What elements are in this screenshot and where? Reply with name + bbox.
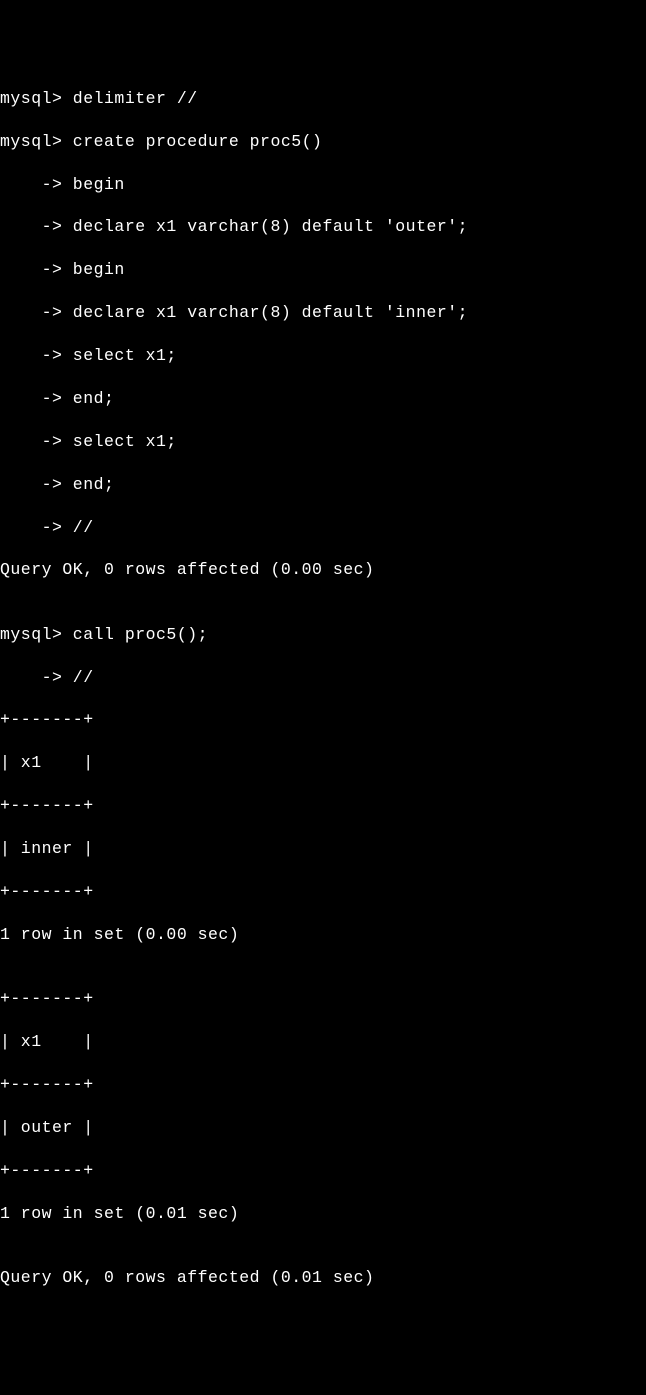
terminal-line-prompt: mysql> create procedure proc5() <box>0 131 646 152</box>
terminal-line-continuation: -> select x1; <box>0 345 646 366</box>
terminal-line-result: Query OK, 0 rows affected (0.00 sec) <box>0 559 646 580</box>
terminal-line-table-header: | x1 | <box>0 752 646 773</box>
terminal-line-continuation: -> declare x1 varchar(8) default 'inner'… <box>0 302 646 323</box>
terminal-line-table-border: +-------+ <box>0 881 646 902</box>
terminal-line-continuation: -> begin <box>0 174 646 195</box>
terminal-line-table-border: +-------+ <box>0 795 646 816</box>
terminal-line-prompt: mysql> call proc5(); <box>0 624 646 645</box>
terminal-line-result: Query OK, 0 rows affected (0.01 sec) <box>0 1267 646 1288</box>
terminal-line-table-row: | inner | <box>0 838 646 859</box>
terminal-line-result: 1 row in set (0.00 sec) <box>0 924 646 945</box>
terminal-line-table-row: | outer | <box>0 1117 646 1138</box>
terminal-line-continuation: -> // <box>0 517 646 538</box>
terminal-line-table-border: +-------+ <box>0 1074 646 1095</box>
terminal-line-continuation: -> // <box>0 667 646 688</box>
terminal-line-result: 1 row in set (0.01 sec) <box>0 1203 646 1224</box>
terminal-line-prompt: mysql> delimiter // <box>0 88 646 109</box>
terminal-line-continuation: -> select x1; <box>0 431 646 452</box>
terminal-line-table-header: | x1 | <box>0 1031 646 1052</box>
terminal-line-continuation: -> end; <box>0 474 646 495</box>
terminal-line-continuation: -> end; <box>0 388 646 409</box>
terminal-line-table-border: +-------+ <box>0 1160 646 1181</box>
terminal-line-table-border: +-------+ <box>0 988 646 1009</box>
terminal-line-continuation: -> begin <box>0 259 646 280</box>
terminal-line-continuation: -> declare x1 varchar(8) default 'outer'… <box>0 216 646 237</box>
terminal-line-table-border: +-------+ <box>0 709 646 730</box>
